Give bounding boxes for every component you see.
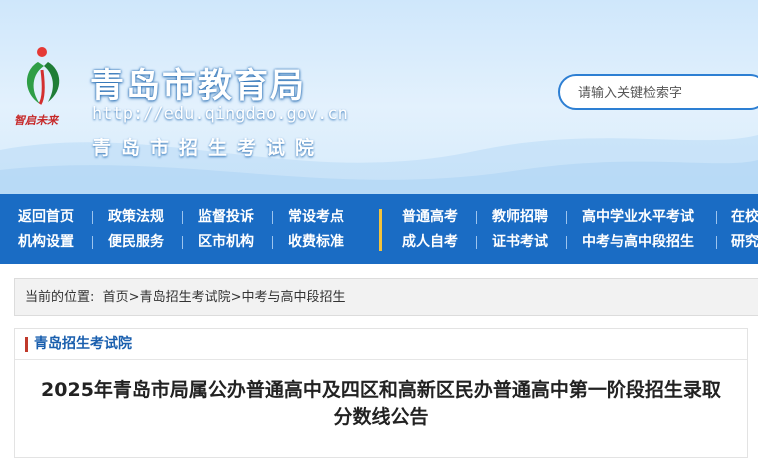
nav-separator <box>182 236 183 249</box>
article-title: 2025年青岛市局属公办普通高中及四区和高新区民办普通高中第一阶段招生录取 分数… <box>15 377 747 431</box>
breadcrumb-separator: > <box>230 290 242 305</box>
site-url: http://edu.qingdao.gov.cn <box>92 104 348 124</box>
nav-item-services[interactable]: 便民服务 <box>108 231 164 253</box>
breadcrumb-separator: > <box>128 290 140 305</box>
nav-separator <box>476 211 477 224</box>
nav-item-home[interactable]: 返回首页 <box>18 206 74 228</box>
section-marker <box>25 337 28 352</box>
site-header: 智启未来 青岛市教育局 http://edu.qingdao.gov.cn 青岛… <box>0 0 758 194</box>
search-box <box>558 74 758 110</box>
logo-motto: 智启未来 <box>14 114 58 127</box>
nav-item-self-study-exam[interactable]: 成人自考 <box>402 231 458 253</box>
nav-item-zhongkao[interactable]: 中考与高中段招生 <box>582 231 694 253</box>
nav-separator <box>272 236 273 249</box>
search-input[interactable] <box>578 83 748 103</box>
nav-item-complaint[interactable]: 监督投诉 <box>198 206 254 228</box>
breadcrumb: 当前的位置: 首页>青岛招生考试院>中考与高中段招生 <box>25 289 346 307</box>
nav-separator <box>476 236 477 249</box>
nav-separator <box>566 236 567 249</box>
section-header: 青岛招生考试院 <box>15 329 747 360</box>
nav-item-in-school[interactable]: 在校 <box>731 206 758 228</box>
nav-item-teacher-recruit[interactable]: 教师招聘 <box>492 206 548 228</box>
article-title-line-2: 分数线公告 <box>333 406 429 428</box>
nav-separator <box>272 211 273 224</box>
nav-item-research[interactable]: 研究 <box>731 231 758 253</box>
nav-item-org[interactable]: 机构设置 <box>18 231 74 253</box>
nav-separator <box>566 211 567 224</box>
article-title-line-1: 2025年青岛市局属公办普通高中及四区和高新区民办普通高中第一阶段招生录取 <box>41 379 721 401</box>
site-subtitle: 青岛市招生考试院 <box>92 137 325 159</box>
nav-item-gaokao[interactable]: 普通高考 <box>402 206 458 228</box>
nav-item-exam-sites[interactable]: 常设考点 <box>288 206 344 228</box>
breadcrumb-zhongkao[interactable]: 中考与高中段招生 <box>242 290 346 305</box>
section-label[interactable]: 青岛招生考试院 <box>34 334 132 354</box>
nav-item-policy[interactable]: 政策法规 <box>108 206 164 228</box>
nav-separator <box>182 211 183 224</box>
nav-separator <box>92 211 93 224</box>
nav-separator <box>716 236 717 249</box>
nav-group-divider <box>379 209 382 251</box>
breadcrumb-prefix: 当前的位置: <box>25 290 95 305</box>
nav-item-certificate-exam[interactable]: 证书考试 <box>492 231 548 253</box>
nav-item-proficiency-exam[interactable]: 高中学业水平考试 <box>582 206 694 228</box>
site-title[interactable]: 青岛市教育局 <box>90 58 306 107</box>
nav-separator <box>716 211 717 224</box>
main-nav: 返回首页 政策法规 监督投诉 常设考点 普通高考 教师招聘 高中学业水平考试 在… <box>0 194 758 264</box>
nav-item-fees[interactable]: 收费标准 <box>288 231 344 253</box>
breadcrumb-home[interactable]: 首页 <box>103 290 129 305</box>
article-panel: 青岛招生考试院 2025年青岛市局属公办普通高中及四区和高新区民办普通高中第一阶… <box>14 328 748 458</box>
nav-separator <box>92 236 93 249</box>
nav-item-district-org[interactable]: 区市机构 <box>198 231 254 253</box>
breadcrumb-bar: 当前的位置: 首页>青岛招生考试院>中考与高中段招生 <box>14 278 758 316</box>
breadcrumb-exam-institute[interactable]: 青岛招生考试院 <box>140 290 231 305</box>
